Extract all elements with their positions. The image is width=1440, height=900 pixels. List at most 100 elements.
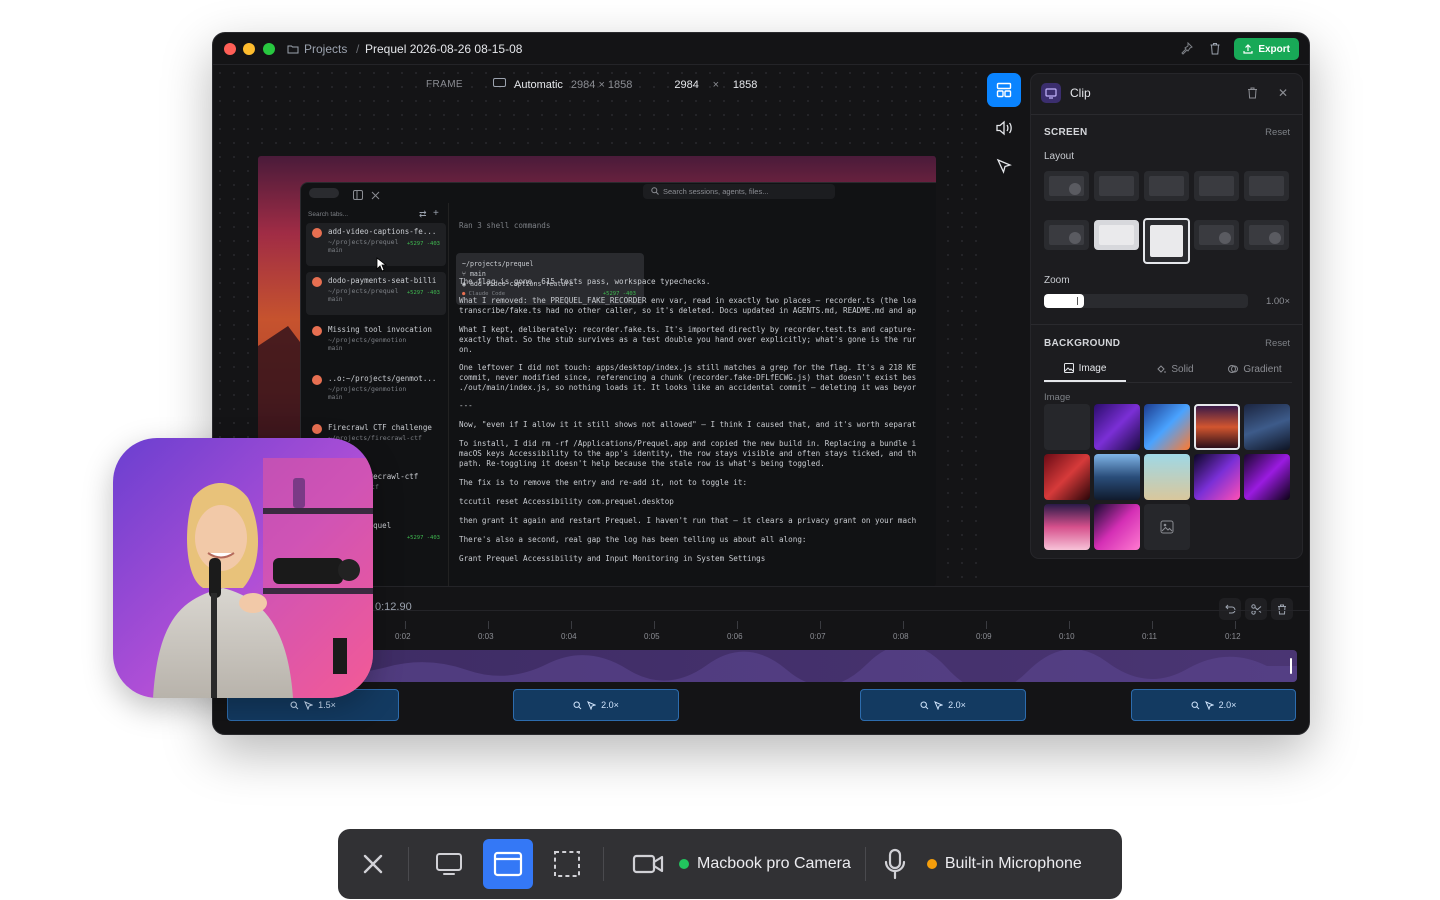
background-thumbnail[interactable] [1194,454,1240,500]
response-line: What I kept, deliberately: recorder.fake… [459,325,917,334]
timeline-tick: 0:02 [395,632,411,641]
camera-overlay[interactable] [113,438,373,698]
timeline-tick: 0:06 [727,632,743,641]
record-region-button[interactable] [542,839,592,889]
timeline-tick: 0:11 [1142,632,1157,641]
tick-mark [986,621,987,629]
camera-toggle-button[interactable] [626,844,670,884]
close-recorder-button[interactable] [338,829,408,899]
session-item: ..o:~/projects/genmot... ~/projects/genmo… [306,370,446,413]
layout-preset[interactable] [1244,171,1289,201]
close-icon [363,854,383,874]
background-thumbnail[interactable] [1244,404,1290,450]
upload-background-button[interactable] [1144,504,1190,550]
upload-icon [1243,44,1253,54]
background-thumbnail[interactable] [1144,404,1190,450]
tooltip-path: ~/projects/prequel [462,260,534,268]
zoom-label: Zoom [1044,275,1070,286]
zoom-segment-label: 1.5× [318,700,336,710]
screen-reset-button[interactable]: Reset [1265,127,1290,138]
layout-preset[interactable] [1194,171,1239,201]
zoom-segment[interactable]: 2.0× [860,689,1026,721]
trash-icon[interactable] [1209,42,1221,60]
tab-solid[interactable]: Solid [1134,356,1216,382]
export-label: Export [1258,43,1290,55]
record-window-button[interactable] [483,839,533,889]
background-reset-button[interactable]: Reset [1265,338,1290,349]
layout-preset[interactable] [1144,171,1189,201]
layout-preset[interactable] [1194,220,1239,250]
background-thumbnail[interactable] [1044,504,1090,550]
response-line: exactly that. So the stub survives as a … [459,335,917,344]
background-thumbnail[interactable] [1094,454,1140,500]
layout-preset[interactable] [1044,171,1089,201]
frame-width-input[interactable]: 2984 [674,79,698,91]
display-icon [436,853,462,875]
background-thumbnail[interactable] [1194,404,1240,450]
timeline-tick: 0:08 [893,632,909,641]
session-diff: +5297 -403 [406,290,440,296]
swap-icon: ⇄ [419,209,427,219]
zoom-segment-label: 2.0× [601,700,619,710]
frame-bar: FRAME Automatic 2984 × 1858 2984 × 1858 [426,78,757,91]
tab-gradient[interactable]: Gradient [1214,356,1296,382]
recorded-screen: Search sessions, agents, files... Search… [300,182,936,586]
cursor-tool-button[interactable] [987,149,1021,183]
session-title: dodo-payments-seat-billi [328,276,437,285]
background-thumbnail[interactable] [1144,454,1190,500]
zoom-segment[interactable]: 2.0× [513,689,679,721]
panel-title: Clip [1070,86,1091,100]
agent-response: The flag is gone. 615 tests pass, worksp… [459,277,936,577]
timeline-toolbar: 0:12.90 [213,586,1309,620]
image-grid-label: Image [1044,392,1071,403]
layout-preset[interactable] [1244,220,1289,250]
tab-image[interactable]: Image [1044,356,1126,382]
background-thumbnail[interactable] [1244,454,1290,500]
zoom-segment[interactable]: 2.0× [1131,689,1296,721]
microphone-source-label[interactable]: Built-in Microphone [945,855,1082,873]
camera-source-label[interactable]: Macbook pro Camera [697,855,851,873]
record-screen-button[interactable] [424,839,474,889]
session-item: dodo-payments-seat-billi ~/projects/prequ… [306,272,446,315]
background-thumbnail[interactable] [1044,404,1090,450]
export-button[interactable]: Export [1234,38,1299,60]
zoom-search-icon [920,701,929,709]
session-item: Missing tool invocation ~/projects/genmot… [306,321,446,364]
audio-tool-button[interactable] [987,111,1021,145]
minimize-window-button[interactable] [243,43,255,55]
tick-mark [571,621,572,629]
zoom-window-button[interactable] [263,43,275,55]
layout-preset[interactable] [1044,220,1089,250]
session-diff: +5297 -403 [406,535,440,541]
frame-times: × [712,78,720,91]
layout-preset[interactable] [1143,218,1190,264]
zoom-slider[interactable] [1044,294,1248,308]
background-thumbnail[interactable] [1094,404,1140,450]
layout-tool-button[interactable] [987,73,1021,107]
layout-preset[interactable] [1094,220,1139,250]
audio-track[interactable] [227,650,1297,682]
background-thumbnail[interactable] [1094,504,1140,550]
frame-height-input[interactable]: 1858 [733,79,757,91]
breadcrumb-projects[interactable]: Projects [304,42,347,56]
mouse-cursor-icon [376,257,388,277]
zoom-slider-thumb[interactable] [1044,294,1084,308]
agent-avatar [312,228,322,238]
microphone-toggle-button[interactable] [878,844,912,884]
paint-bucket-icon [1157,365,1166,373]
response-line: The flag is gone. 615 tests pass, worksp… [459,277,711,286]
response-line: then grant it again and restart Prequel.… [459,516,917,525]
timeline-tick: 0:09 [976,632,992,641]
session-title: ..o:~/projects/genmot... [328,374,437,383]
pin-icon[interactable] [1180,41,1193,60]
layout-preset[interactable] [1094,171,1139,201]
agent-avatar [312,375,322,385]
frame-mode[interactable]: Automatic [514,79,563,91]
background-thumbnail[interactable] [1044,454,1090,500]
close-panel-icon[interactable]: ✕ [1278,86,1288,100]
response-line: --- [459,401,473,410]
trim-handle[interactable] [1290,658,1292,674]
close-window-button[interactable] [224,43,236,55]
delete-clip-icon[interactable] [1247,86,1258,104]
editor-window: Projects / Prequel 2026-08-26 08-15-08 E… [212,32,1310,735]
